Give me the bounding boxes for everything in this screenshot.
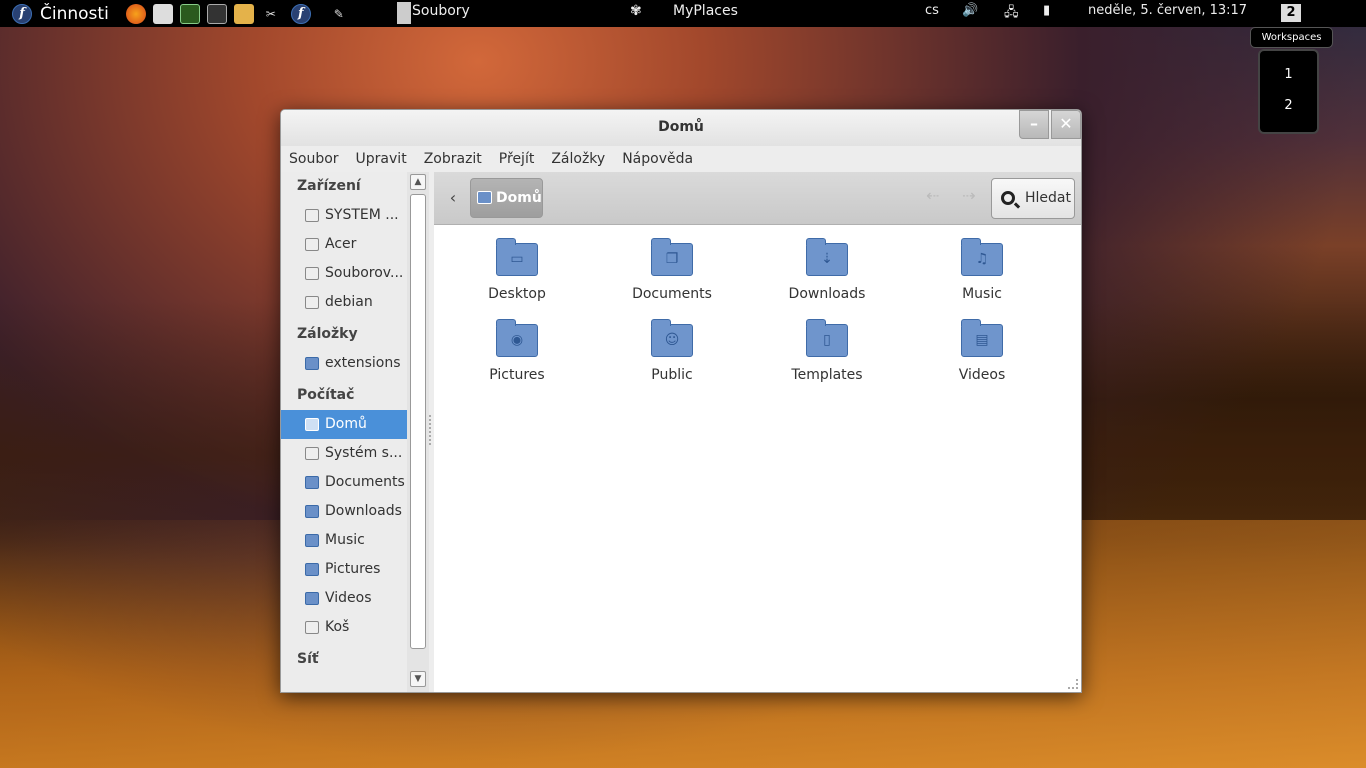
fedora-logo-icon[interactable]: f <box>12 3 32 24</box>
fedora-launcher-icon[interactable]: f <box>290 3 311 24</box>
drive-icon <box>305 238 319 251</box>
drive-icon <box>305 447 319 460</box>
folder-icon <box>305 357 319 370</box>
battery-icon[interactable]: ▮ <box>1043 3 1050 18</box>
menu-napoveda[interactable]: Nápověda <box>622 151 693 167</box>
file-view: ‹ Domů ⇠ ⇢ Hledat ▭ Desktop ❐ Documents <box>434 172 1081 692</box>
file-manager-window: Domů – ✕ Soubor Upravit Zobrazit Přejít … <box>280 109 1082 693</box>
workspace-indicator[interactable]: 2 <box>1281 4 1301 22</box>
videos-folder-icon <box>305 592 319 605</box>
drive-icon <box>305 296 319 309</box>
pen-launcher-icon[interactable]: ✎ <box>329 4 349 24</box>
volume-icon[interactable]: 🔊 <box>962 3 978 18</box>
firefox-launcher-icon[interactable] <box>125 3 146 24</box>
sidebar: Zařízení SYSTEM ... Acer Souborov... deb… <box>281 172 407 692</box>
minimize-button[interactable]: – <box>1019 110 1049 139</box>
sidebar-item-extensions[interactable]: extensions <box>281 349 407 378</box>
network-icon[interactable]: 🖧 <box>1004 3 1019 25</box>
pictures-folder-icon: ◉ <box>496 319 538 357</box>
menu-zobrazit[interactable]: Zobrazit <box>424 151 482 167</box>
search-icon <box>1001 191 1015 205</box>
toolbar: ‹ Domů ⇠ ⇢ Hledat <box>434 172 1081 225</box>
sidebar-scrollbar[interactable]: ▲ ▼ <box>407 172 429 692</box>
menu-soubor[interactable]: Soubor <box>289 151 339 167</box>
archive-launcher-icon[interactable] <box>233 3 254 24</box>
menubar: Soubor Upravit Zobrazit Přejít Záložky N… <box>281 146 1081 172</box>
file-item-public[interactable]: ☺ Public <box>597 319 747 383</box>
sidebar-item-downloads[interactable]: Downloads <box>281 497 407 526</box>
terminal-launcher-icon[interactable] <box>206 3 227 24</box>
menu-zalozky[interactable]: Záložky <box>551 151 605 167</box>
sidebar-item-documents[interactable]: Documents <box>281 468 407 497</box>
downloads-folder-icon <box>305 505 319 518</box>
search-button[interactable]: Hledat <box>991 178 1075 219</box>
sidebar-item-videos[interactable]: Videos <box>281 584 407 613</box>
file-item-desktop[interactable]: ▭ Desktop <box>442 238 592 302</box>
file-item-documents[interactable]: ❐ Documents <box>597 238 747 302</box>
file-item-music[interactable]: ♫ Music <box>907 238 1057 302</box>
sidebar-heading-devices: Zařízení <box>297 178 361 194</box>
breadcrumb-home[interactable]: Domů <box>470 178 543 218</box>
close-button[interactable]: ✕ <box>1051 110 1081 139</box>
window-resize-grip[interactable] <box>1068 679 1078 689</box>
sidebar-heading-computer: Počítač <box>297 387 355 403</box>
file-item-pictures[interactable]: ◉ Pictures <box>442 319 592 383</box>
keyboard-layout[interactable]: cs <box>925 3 939 18</box>
pane-resize-handle[interactable] <box>429 415 432 445</box>
drive-icon <box>305 267 319 280</box>
fedora-menu-icon[interactable]: f <box>1331 4 1337 23</box>
sidebar-item-trash[interactable]: Koš <box>281 613 407 642</box>
myplaces-menu[interactable]: MyPlaces <box>673 3 738 19</box>
workspaces-tooltip: Workspaces <box>1250 27 1333 48</box>
music-folder-icon: ♫ <box>961 238 1003 276</box>
scroll-up-icon[interactable]: ▲ <box>410 174 426 190</box>
text-editor-launcher-icon[interactable] <box>152 3 173 24</box>
sidebar-item-filesystem-root[interactable]: Systém s... <box>281 439 407 468</box>
trash-icon <box>305 621 319 634</box>
sidebar-heading-network: Síť <box>297 651 319 667</box>
sidebar-item-debian[interactable]: debian <box>281 288 407 317</box>
sidebar-item-pictures[interactable]: Pictures <box>281 555 407 584</box>
workspace-2[interactable]: 2 <box>1260 90 1317 121</box>
sidebar-item-home[interactable]: Domů <box>281 410 407 439</box>
music-folder-icon <box>305 534 319 547</box>
workspace-1[interactable]: 1 <box>1260 59 1317 90</box>
file-item-videos[interactable]: ▤ Videos <box>907 319 1057 383</box>
videos-folder-icon: ▤ <box>961 319 1003 357</box>
gnome-foot-icon: ✾ <box>630 3 642 19</box>
sidebar-heading-bookmarks: Záložky <box>297 326 358 342</box>
downloads-folder-icon: ⇣ <box>806 238 848 276</box>
desktop-folder-icon: ▭ <box>496 238 538 276</box>
path-back-chevron-icon[interactable]: ‹ <box>442 180 464 216</box>
tools-launcher-icon[interactable]: ✂ <box>261 4 281 24</box>
pictures-folder-icon <box>305 563 319 576</box>
public-folder-icon: ☺ <box>651 319 693 357</box>
documents-folder-icon: ❐ <box>651 238 693 276</box>
sidebar-item-music[interactable]: Music <box>281 526 407 555</box>
workspaces-popup: 1 2 <box>1258 49 1319 134</box>
files-app-icon <box>397 2 411 24</box>
activities-button[interactable]: Činnosti <box>40 4 109 24</box>
home-folder-icon <box>477 191 492 204</box>
app-menu[interactable]: Soubory <box>412 3 470 19</box>
templates-folder-icon: ▯ <box>806 319 848 357</box>
drive-icon <box>305 209 319 222</box>
window-title: Domů <box>658 119 704 135</box>
clock[interactable]: neděle, 5. červen, 13:17 <box>1088 3 1247 18</box>
file-item-templates[interactable]: ▯ Templates <box>752 319 902 383</box>
scroll-down-icon[interactable]: ▼ <box>410 671 426 687</box>
sidebar-item-acer[interactable]: Acer <box>281 230 407 259</box>
scrollbar-thumb[interactable] <box>410 194 426 649</box>
sidebar-item-filesystem[interactable]: Souborov... <box>281 259 407 288</box>
file-item-downloads[interactable]: ⇣ Downloads <box>752 238 902 302</box>
back-arrow-icon[interactable]: ⇠ <box>926 186 939 205</box>
menu-upravit[interactable]: Upravit <box>356 151 407 167</box>
documents-folder-icon <box>305 476 319 489</box>
system-monitor-launcher-icon[interactable] <box>179 3 200 24</box>
titlebar[interactable]: Domů – ✕ <box>281 110 1081 146</box>
forward-arrow-icon[interactable]: ⇢ <box>962 186 975 205</box>
menu-prejit[interactable]: Přejít <box>499 151 535 167</box>
home-folder-icon <box>305 418 319 431</box>
sidebar-item-system[interactable]: SYSTEM ... <box>281 201 407 230</box>
